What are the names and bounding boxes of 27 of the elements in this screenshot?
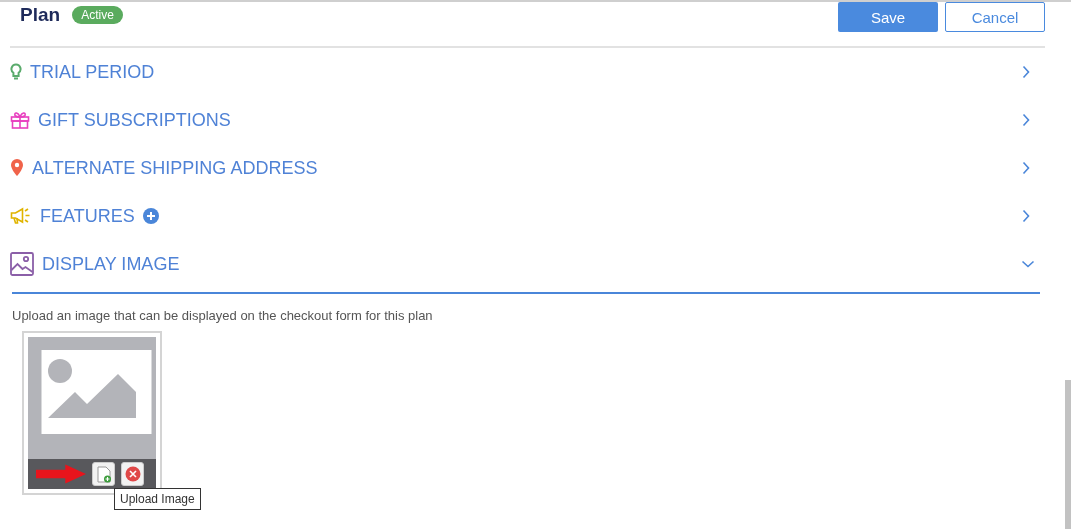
map-pin-icon [10,158,24,178]
description-text: Upload an image that can be displayed on the checkout form for this plan [12,308,434,323]
chevron-right-icon[interactable] [1021,161,1031,175]
add-icon[interactable] [142,208,159,224]
chevron-down-icon[interactable] [1021,259,1035,269]
megaphone-icon [10,207,32,225]
chevron-right-icon[interactable] [1021,65,1031,79]
section-title[interactable]: FEATURES [40,205,135,227]
section-title[interactable]: GIFT SUBSCRIPTIONS [38,109,231,131]
section-title[interactable]: ALTERNATE SHIPPING ADDRESS [32,157,318,179]
chevron-right-icon[interactable] [1021,113,1031,127]
status-badge: Active [72,6,123,24]
cancel-button[interactable]: Cancel [945,2,1045,32]
remove-button[interactable] [121,462,144,486]
section-title[interactable]: TRIAL PERIOD [30,61,155,83]
file-add-icon [96,465,111,483]
section-title[interactable]: DISPLAY IMAGE [42,253,180,275]
upload-button[interactable] [92,462,115,486]
image-icon [10,252,34,276]
close-icon [124,466,141,482]
save-button[interactable]: Save [838,2,938,32]
pointer-arrow [36,463,86,485]
chevron-right-icon[interactable] [1021,209,1031,223]
page-title: Plan [20,4,61,26]
lightbulb-icon [10,63,22,81]
tooltip: Upload Image [114,488,201,510]
gift-icon [10,111,30,129]
